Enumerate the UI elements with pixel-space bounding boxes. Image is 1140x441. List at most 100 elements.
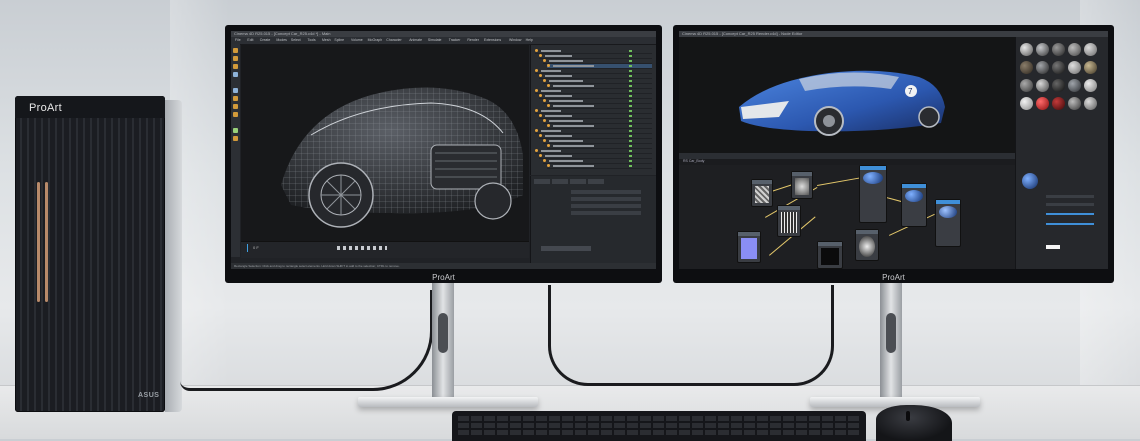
attr-field[interactable] bbox=[1046, 195, 1094, 198]
3d-viewport[interactable] bbox=[241, 45, 529, 241]
object-manager-panel[interactable] bbox=[530, 45, 656, 175]
slider[interactable] bbox=[1046, 213, 1094, 215]
move-tool-icon[interactable] bbox=[233, 48, 238, 53]
menu-item[interactable]: MoGraph bbox=[368, 37, 383, 44]
material-swatch[interactable] bbox=[1052, 79, 1065, 92]
menu-item[interactable]: Render bbox=[467, 37, 478, 44]
visibility-toggle-icon[interactable] bbox=[629, 110, 632, 112]
camera-tool-icon[interactable] bbox=[233, 104, 238, 109]
texture-node[interactable] bbox=[791, 171, 813, 199]
render-viewport[interactable]: 7 bbox=[679, 37, 1015, 153]
material-browser[interactable] bbox=[1015, 37, 1108, 153]
attr-tabs[interactable] bbox=[534, 179, 604, 184]
light-tool-icon[interactable] bbox=[233, 112, 238, 117]
menu-item[interactable]: Create bbox=[260, 37, 271, 44]
rotate-tool-icon[interactable] bbox=[233, 64, 238, 69]
menu-item[interactable]: Spline bbox=[334, 37, 344, 44]
menu-item[interactable]: Extensions bbox=[484, 37, 501, 44]
menu-item[interactable]: Window bbox=[509, 37, 521, 44]
attr-button[interactable] bbox=[541, 246, 591, 251]
menu-item[interactable]: Tools bbox=[308, 37, 316, 44]
material-swatch[interactable] bbox=[1036, 61, 1049, 74]
material-swatch[interactable] bbox=[1036, 79, 1049, 92]
material-swatch[interactable] bbox=[1052, 61, 1065, 74]
visibility-toggle-icon[interactable] bbox=[629, 55, 632, 57]
visibility-toggle-icon[interactable] bbox=[629, 115, 632, 117]
material-swatch[interactable] bbox=[1036, 97, 1049, 110]
color-node[interactable] bbox=[737, 231, 761, 263]
visibility-toggle-icon[interactable] bbox=[629, 80, 632, 82]
visibility-toggle-icon[interactable] bbox=[629, 125, 632, 127]
material-swatch[interactable] bbox=[1020, 79, 1033, 92]
select-tool-icon[interactable] bbox=[233, 72, 238, 77]
material-swatch[interactable] bbox=[1084, 79, 1097, 92]
material-swatch[interactable] bbox=[1068, 43, 1081, 56]
menu-item[interactable]: Animate bbox=[409, 37, 422, 44]
material-node[interactable] bbox=[901, 183, 927, 227]
material-swatch[interactable] bbox=[1068, 79, 1081, 92]
menu-item[interactable]: Modes bbox=[276, 37, 287, 44]
visibility-toggle-icon[interactable] bbox=[629, 100, 632, 102]
material-swatch[interactable] bbox=[1084, 61, 1097, 74]
slider[interactable] bbox=[1046, 223, 1094, 225]
material-swatch[interactable] bbox=[1052, 43, 1065, 56]
visibility-toggle-icon[interactable] bbox=[629, 130, 632, 132]
output-node[interactable] bbox=[935, 199, 961, 247]
visibility-toggle-icon[interactable] bbox=[629, 70, 632, 72]
material-swatch[interactable] bbox=[1020, 43, 1033, 56]
menu-item[interactable]: Select bbox=[291, 37, 301, 44]
visibility-toggle-icon[interactable] bbox=[629, 160, 632, 162]
attr-field[interactable] bbox=[571, 190, 641, 194]
node-attributes-panel[interactable] bbox=[1015, 153, 1108, 269]
material-swatch[interactable] bbox=[1020, 97, 1033, 110]
visibility-toggle-icon[interactable] bbox=[629, 120, 632, 122]
attr-field[interactable] bbox=[571, 204, 641, 208]
menu-item[interactable]: Help bbox=[526, 37, 533, 44]
material-node[interactable] bbox=[859, 165, 887, 223]
node-editor[interactable] bbox=[679, 165, 1015, 269]
cube-tool-icon[interactable] bbox=[233, 88, 238, 93]
menu-item[interactable]: Volume bbox=[351, 37, 363, 44]
material-swatch[interactable] bbox=[1068, 97, 1081, 110]
visibility-toggle-icon[interactable] bbox=[629, 155, 632, 157]
material-swatch[interactable] bbox=[1052, 97, 1065, 110]
visibility-toggle-icon[interactable] bbox=[629, 105, 632, 107]
attr-field[interactable] bbox=[571, 211, 641, 215]
timeline-playhead[interactable] bbox=[247, 244, 248, 252]
menu-item[interactable]: File bbox=[235, 37, 241, 44]
ramp-node[interactable] bbox=[817, 241, 843, 269]
attr-field[interactable] bbox=[1046, 203, 1094, 206]
deformer-tool-icon[interactable] bbox=[233, 128, 238, 133]
spline-tool-icon[interactable] bbox=[233, 96, 238, 101]
menu-item[interactable]: Simulate bbox=[428, 37, 442, 44]
visibility-toggle-icon[interactable] bbox=[629, 65, 632, 67]
visibility-toggle-icon[interactable] bbox=[629, 60, 632, 62]
visibility-toggle-icon[interactable] bbox=[629, 85, 632, 87]
scale-tool-icon[interactable] bbox=[233, 56, 238, 61]
menu-item[interactable]: Tracker bbox=[449, 37, 461, 44]
attr-field[interactable] bbox=[571, 197, 641, 201]
visibility-toggle-icon[interactable] bbox=[629, 145, 632, 147]
menu-item[interactable]: Character bbox=[386, 37, 401, 44]
bump-node[interactable] bbox=[855, 229, 879, 261]
material-swatch[interactable] bbox=[1084, 97, 1097, 110]
field-tool-icon[interactable] bbox=[233, 136, 238, 141]
visibility-toggle-icon[interactable] bbox=[629, 95, 632, 97]
material-swatch[interactable] bbox=[1068, 61, 1081, 74]
material-swatch[interactable] bbox=[1036, 43, 1049, 56]
visibility-toggle-icon[interactable] bbox=[629, 50, 632, 52]
noise-node[interactable] bbox=[777, 205, 801, 237]
color-field[interactable] bbox=[1046, 245, 1060, 249]
material-swatch[interactable] bbox=[1084, 43, 1097, 56]
visibility-toggle-icon[interactable] bbox=[629, 90, 632, 92]
visibility-toggle-icon[interactable] bbox=[629, 165, 632, 167]
visibility-toggle-icon[interactable] bbox=[629, 75, 632, 77]
attributes-panel[interactable] bbox=[530, 176, 656, 263]
menu-item[interactable]: Edit bbox=[247, 37, 253, 44]
visibility-toggle-icon[interactable] bbox=[629, 140, 632, 142]
menu-item[interactable]: Mesh bbox=[322, 37, 331, 44]
play-controls[interactable] bbox=[337, 246, 387, 250]
visibility-toggle-icon[interactable] bbox=[629, 135, 632, 137]
tree-row[interactable] bbox=[547, 164, 652, 169]
material-swatch[interactable] bbox=[1020, 61, 1033, 74]
